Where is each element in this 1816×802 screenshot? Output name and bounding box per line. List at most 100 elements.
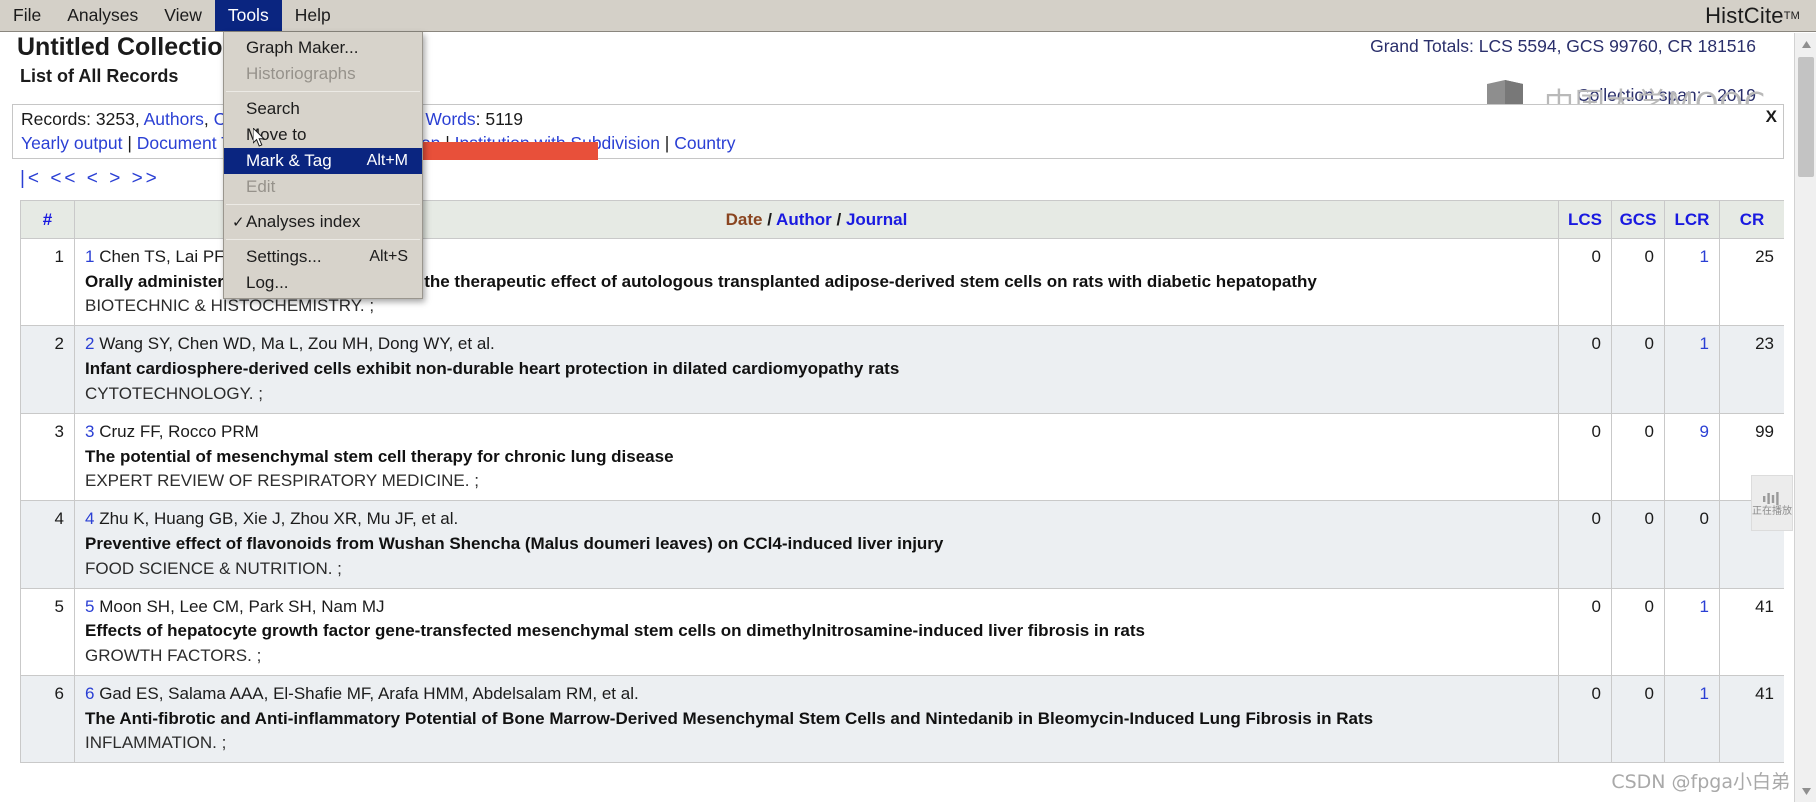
row-lcr[interactable]: 1 (1664, 674, 1720, 764)
scroll-up-button[interactable] (1795, 33, 1816, 55)
column-header-lcs[interactable]: LCS (1558, 200, 1612, 239)
column-header-number[interactable]: # (20, 200, 75, 239)
menu-item-search[interactable]: Search (224, 96, 422, 122)
row-record-index[interactable]: 5 (85, 597, 94, 616)
row-title[interactable]: Effects of hepatocyte growth factor gene… (85, 620, 1548, 642)
words-link[interactable]: Words (425, 109, 475, 129)
vertical-scrollbar[interactable] (1794, 33, 1816, 802)
close-panel-button[interactable]: X (1766, 107, 1777, 127)
row-journal: EXPERT REVIEW OF RESPIRATORY MEDICINE. ; (85, 471, 479, 491)
row-number: 6 (20, 674, 75, 764)
table-row[interactable]: 3 3 Cruz FF, Rocco PRM The potential of … (20, 412, 1784, 502)
row-lcr[interactable]: 1 (1664, 237, 1720, 327)
menu-analyses[interactable]: Analyses (54, 0, 151, 31)
menu-item-settings-shortcut: Alt+S (369, 248, 408, 265)
row-lcs: 0 (1558, 325, 1612, 414)
floating-player-widget[interactable]: 正在播放 (1751, 475, 1793, 531)
menu-help[interactable]: Help (282, 0, 344, 31)
row-lcr-value[interactable]: 1 (1700, 247, 1709, 266)
row-gcs: 0 (1611, 500, 1665, 589)
row-authors-line: 4 Zhu K, Huang GB, Xie J, Zhou XR, Mu JF… (85, 508, 1548, 531)
row-number: 4 (20, 500, 75, 589)
page-subtitle: List of All Records (20, 66, 179, 86)
row-record-index[interactable]: 1 (85, 247, 94, 266)
menu-view[interactable]: View (151, 0, 215, 31)
scroll-down-button[interactable] (1795, 780, 1816, 802)
row-record-index[interactable]: 3 (85, 422, 94, 441)
menu-item-search-label: Search (246, 99, 300, 118)
menu-item-edit-label: Edit (246, 177, 276, 196)
pager-prev-page-button[interactable]: << (50, 168, 78, 189)
table-row[interactable]: 5 5 Moon SH, Lee CM, Park SH, Nam MJ Eff… (20, 587, 1784, 676)
tools-dropdown-menu[interactable]: Graph Maker... Historiographs Search Mov… (223, 32, 423, 299)
menu-file[interactable]: File (0, 0, 54, 31)
table-row[interactable]: 4 4 Zhu K, Huang GB, Xie J, Zhou XR, Mu … (20, 500, 1784, 589)
column-header-journal[interactable]: Journal (846, 210, 907, 229)
row-lcr-value[interactable]: 1 (1700, 334, 1709, 353)
row-record-index[interactable]: 2 (85, 334, 94, 353)
link-country[interactable]: Country (674, 133, 735, 153)
records-table-body: 1 1 Chen TS, Lai PF, Kuo WW, Chen RJ, et… (20, 237, 1784, 764)
row-title[interactable]: The Anti-fibrotic and Anti-inflammatory … (85, 708, 1548, 730)
header-slash-1: / (762, 209, 777, 229)
row-lcs: 0 (1558, 587, 1612, 676)
floating-player-label: 正在播放 (1752, 505, 1792, 517)
row-lcr[interactable]: 9 (1664, 412, 1720, 502)
row-authors: Wang SY, Chen WD, Ma L, Zou MH, Dong WY,… (99, 334, 495, 354)
row-lcs: 0 (1558, 237, 1612, 327)
menu-item-analyses-index[interactable]: ✓ Analyses index (224, 209, 422, 235)
link-sep-4: | (440, 133, 455, 153)
menu-item-move-to[interactable]: Move to (224, 122, 422, 148)
column-header-gcs[interactable]: GCS (1611, 200, 1665, 239)
row-number: 1 (20, 237, 75, 327)
link-yearly-output[interactable]: Yearly output (21, 133, 123, 153)
row-record-index[interactable]: 4 (85, 509, 94, 528)
grand-totals-text: Grand Totals: LCS 5594, GCS 99760, CR 18… (1370, 36, 1756, 56)
scrollbar-thumb[interactable] (1798, 57, 1814, 177)
row-authors-line: 3 Cruz FF, Rocco PRM (85, 421, 1548, 444)
column-header-cr[interactable]: CR (1719, 200, 1784, 239)
row-title[interactable]: The potential of mesenchymal stem cell t… (85, 446, 1548, 468)
link-sep-1: | (122, 133, 137, 153)
row-gcs: 0 (1611, 412, 1665, 502)
row-authors: Gad ES, Salama AAA, El-Shafie MF, Arafa … (99, 683, 639, 703)
row-record-index[interactable]: 6 (85, 684, 94, 703)
table-row[interactable]: 2 2 Wang SY, Chen WD, Ma L, Zou MH, Dong… (20, 325, 1784, 414)
chevron-up-icon (1801, 40, 1811, 48)
row-lcr-value[interactable]: 9 (1700, 422, 1709, 441)
link-institution-with-subdivision[interactable]: Institution with Subdivision (455, 133, 660, 153)
records-label: Records: (21, 109, 96, 129)
row-cr: 41 (1719, 674, 1784, 764)
row-lcr-value[interactable]: 1 (1700, 597, 1709, 616)
column-header-lcr[interactable]: LCR (1664, 200, 1720, 239)
pager-next-page-button[interactable]: >> (132, 168, 160, 189)
words-value: : 5119 (475, 109, 524, 129)
row-gcs: 0 (1611, 325, 1665, 414)
pager-first-button[interactable]: |< (20, 168, 42, 189)
pager-next-button[interactable]: > (109, 168, 123, 189)
row-authors-line: 5 Moon SH, Lee CM, Park SH, Nam MJ (85, 596, 1548, 619)
row-title[interactable]: Preventive effect of flavonoids from Wus… (85, 533, 1548, 555)
row-record-cell: 5 Moon SH, Lee CM, Park SH, Nam MJ Effec… (74, 587, 1559, 676)
row-journal: INFLAMMATION. ; (85, 733, 227, 753)
row-lcr[interactable]: 1 (1664, 587, 1720, 676)
row-lcr[interactable]: 1 (1664, 325, 1720, 414)
menu-tools[interactable]: Tools (214, 0, 282, 31)
menu-item-mark-and-tag[interactable]: Mark & Tag Alt+M (224, 148, 422, 174)
menu-item-log[interactable]: Log... (224, 270, 422, 296)
row-lcr-value[interactable]: 1 (1700, 684, 1709, 703)
app-brand-tm: TM (1783, 9, 1800, 22)
row-authors-line: 2 Wang SY, Chen WD, Ma L, Zou MH, Dong W… (85, 333, 1548, 356)
row-title[interactable]: Infant cardiosphere-derived cells exhibi… (85, 358, 1548, 380)
column-header-date[interactable]: Date (726, 210, 763, 229)
row-record-cell: 2 Wang SY, Chen WD, Ma L, Zou MH, Dong W… (74, 325, 1559, 414)
column-header-author[interactable]: Author (776, 210, 832, 229)
menu-item-analyses-index-label: Analyses index (246, 212, 361, 231)
csdn-watermark: CSDN @fpga小白弟 (1611, 771, 1790, 793)
table-row[interactable]: 6 6 Gad ES, Salama AAA, El-Shafie MF, Ar… (20, 674, 1784, 764)
authors-link[interactable]: Authors (144, 109, 204, 129)
menu-item-settings[interactable]: Settings... Alt+S (224, 244, 422, 270)
pager-prev-button[interactable]: < (87, 168, 101, 189)
menu-item-graph-maker[interactable]: Graph Maker... (224, 35, 422, 61)
menu-item-graph-maker-label: Graph Maker... (246, 38, 359, 57)
